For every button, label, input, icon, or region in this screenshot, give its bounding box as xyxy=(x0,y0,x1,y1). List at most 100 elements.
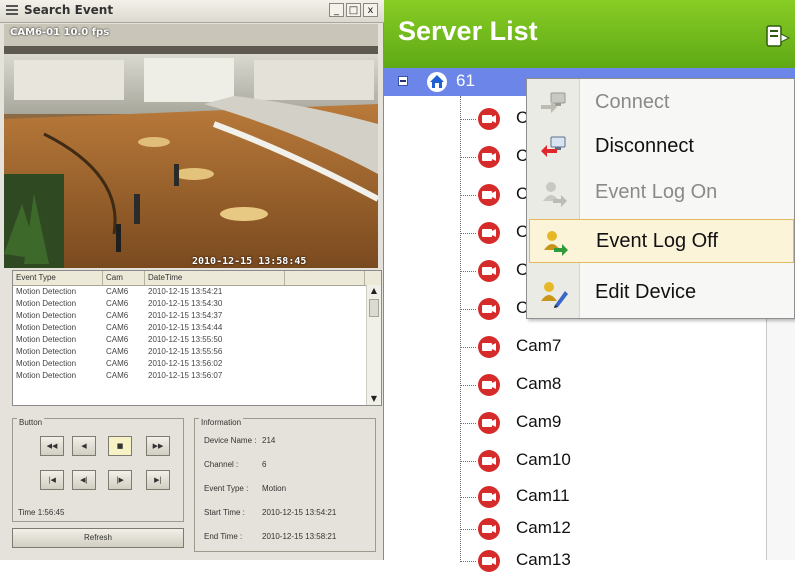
camera-disconnected-icon xyxy=(478,260,500,282)
tree-item-cam8[interactable]: Cam8 xyxy=(460,372,760,398)
camera-disconnected-icon xyxy=(478,108,500,130)
cell-cam: CAM6 xyxy=(106,335,129,344)
tree-item-label: Cam12 xyxy=(516,518,571,537)
tree-root-label: 61 xyxy=(456,71,475,90)
info-key: Event Type : xyxy=(204,484,249,493)
info-key: Channel : xyxy=(204,460,239,469)
tree-item-label: Cam11 xyxy=(516,486,570,505)
menu-item-label: Event Log On xyxy=(595,181,718,203)
window-titlebar[interactable]: Search Event _ □ x xyxy=(0,0,384,23)
cell-event-type: Motion Detection xyxy=(16,347,77,356)
camera-disconnected-icon xyxy=(478,412,500,434)
info-channel: Channel : 6 xyxy=(204,460,266,469)
fast-forward-button[interactable]: ▶▶ xyxy=(146,436,170,456)
playback-time: Time 1:56:45 xyxy=(18,508,65,517)
tree-item-cam12[interactable]: Cam12 xyxy=(460,516,760,542)
tree-item-cam9[interactable]: Cam9 xyxy=(460,410,760,436)
tree-item-label: Cam10 xyxy=(516,450,571,469)
menu-item-disconnect[interactable]: Disconnect xyxy=(529,125,794,169)
tree-item-label: Cam9 xyxy=(516,412,562,431)
info-event-type: Event Type : Motion xyxy=(204,484,286,493)
cell-event-type: Motion Detection xyxy=(16,287,77,296)
camera-disconnected-icon xyxy=(478,518,500,540)
info-value: 6 xyxy=(262,460,267,469)
event-list-scrollbar[interactable]: ▲ ▼ xyxy=(366,285,381,405)
go-end-button[interactable]: ▶| xyxy=(146,470,170,490)
table-row[interactable]: Motion Detection CAM6 2010-12-15 13:54:30 xyxy=(13,298,381,310)
scroll-thumb[interactable] xyxy=(369,299,379,317)
cell-event-type: Motion Detection xyxy=(16,323,77,332)
tree-item-cam10[interactable]: Cam10 xyxy=(460,448,760,474)
video-timestamp: 2010-12-15 13:58:45 xyxy=(192,256,307,267)
column-cam[interactable]: Cam xyxy=(103,271,145,285)
rewind-button[interactable]: ◀ xyxy=(72,436,96,456)
minimize-button[interactable]: _ xyxy=(329,3,344,17)
table-row[interactable]: Motion Detection CAM6 2010-12-15 13:55:56 xyxy=(13,346,381,358)
cell-cam: CAM6 xyxy=(106,311,129,320)
camera-disconnected-icon xyxy=(478,222,500,244)
cell-event-type: Motion Detection xyxy=(16,299,77,308)
camera-disconnected-icon xyxy=(478,486,500,508)
stop-button[interactable]: ■ xyxy=(108,436,132,456)
scroll-down-arrow-icon[interactable]: ▼ xyxy=(369,394,379,404)
column-event-type[interactable]: Event Type xyxy=(13,271,103,285)
tree-item-cam7[interactable]: Cam7 xyxy=(460,334,760,360)
window-menu-icon[interactable] xyxy=(6,5,18,15)
information-group-label: Information xyxy=(199,418,244,427)
menu-item-edit-device[interactable]: Edit Device xyxy=(529,271,794,315)
table-row[interactable]: Motion Detection CAM6 2010-12-15 13:54:44 xyxy=(13,322,381,334)
edit-device-icon xyxy=(541,282,568,308)
video-preview[interactable]: CAM6-01 10.0 fps 2010-12-15 13:58:45 xyxy=(4,24,378,268)
refresh-button[interactable]: Refresh xyxy=(12,528,184,548)
server-settings-icon[interactable] xyxy=(765,24,791,48)
info-end-time: End Time : 2010-12-15 13:58:21 xyxy=(204,532,336,541)
event-log-on-icon xyxy=(543,182,567,207)
info-key: End Time : xyxy=(204,532,243,541)
tree-item-cam11[interactable]: Cam11 xyxy=(460,484,760,510)
menu-item-event-log-off[interactable]: Event Log Off xyxy=(529,219,794,263)
column-extra[interactable] xyxy=(285,271,365,285)
cell-cam: CAM6 xyxy=(106,323,129,332)
server-list-header: Server List xyxy=(384,0,795,68)
camera-disconnected-icon xyxy=(478,450,500,472)
table-row[interactable]: Motion Detection CAM6 2010-12-15 13:56:02 xyxy=(13,358,381,370)
column-datetime[interactable]: DateTime xyxy=(145,271,285,285)
event-log-off-icon xyxy=(544,231,568,256)
menu-item-connect[interactable]: Connect xyxy=(529,81,794,125)
tree-item-label: Cam7 xyxy=(516,336,562,355)
table-row[interactable]: Motion Detection CAM6 2010-12-15 13:54:37 xyxy=(13,310,381,322)
table-row[interactable]: Motion Detection CAM6 2010-12-15 13:56:07 xyxy=(13,370,381,382)
collapse-toggle-icon[interactable] xyxy=(398,76,408,86)
maximize-button[interactable]: □ xyxy=(346,3,361,17)
menu-item-event-log-on[interactable]: Event Log On xyxy=(529,171,794,215)
menu-item-label: Edit Device xyxy=(595,281,697,303)
go-start-button[interactable]: |◀ xyxy=(40,470,64,490)
info-value: 214 xyxy=(262,436,276,445)
cell-cam: CAM6 xyxy=(106,347,129,356)
cell-cam: CAM6 xyxy=(106,371,129,380)
context-menu: Connect Disconnect Event Log On Event Lo… xyxy=(526,78,795,319)
step-forward-button[interactable]: |▶ xyxy=(108,470,132,490)
event-list[interactable]: Event Type Cam DateTime Motion Detection… xyxy=(12,270,382,406)
cell-datetime: 2010-12-15 13:56:02 xyxy=(148,359,223,368)
table-row[interactable]: Motion Detection CAM6 2010-12-15 13:54:21 xyxy=(13,286,381,298)
menu-item-label: Disconnect xyxy=(595,135,694,157)
cell-datetime: 2010-12-15 13:54:30 xyxy=(148,299,223,308)
cell-cam: CAM6 xyxy=(106,359,129,368)
tree-item-cam13[interactable]: Cam13 xyxy=(460,548,760,574)
cell-event-type: Motion Detection xyxy=(16,371,77,380)
button-group-label: Button xyxy=(17,418,45,427)
camera-disconnected-icon xyxy=(478,298,500,320)
cell-cam: CAM6 xyxy=(106,287,129,296)
event-list-header: Event Type Cam DateTime xyxy=(13,271,381,286)
camera-disconnected-icon xyxy=(478,374,500,396)
fast-rewind-button[interactable]: ◀◀ xyxy=(40,436,64,456)
connect-icon xyxy=(541,92,566,113)
cell-event-type: Motion Detection xyxy=(16,359,77,368)
tree-item-label: Cam8 xyxy=(516,374,562,393)
info-value: 2010-12-15 13:54:21 xyxy=(262,508,337,517)
close-button[interactable]: x xyxy=(363,3,378,17)
step-back-button[interactable]: ◀| xyxy=(72,470,96,490)
scroll-up-arrow-icon[interactable]: ▲ xyxy=(369,286,379,296)
table-row[interactable]: Motion Detection CAM6 2010-12-15 13:55:50 xyxy=(13,334,381,346)
